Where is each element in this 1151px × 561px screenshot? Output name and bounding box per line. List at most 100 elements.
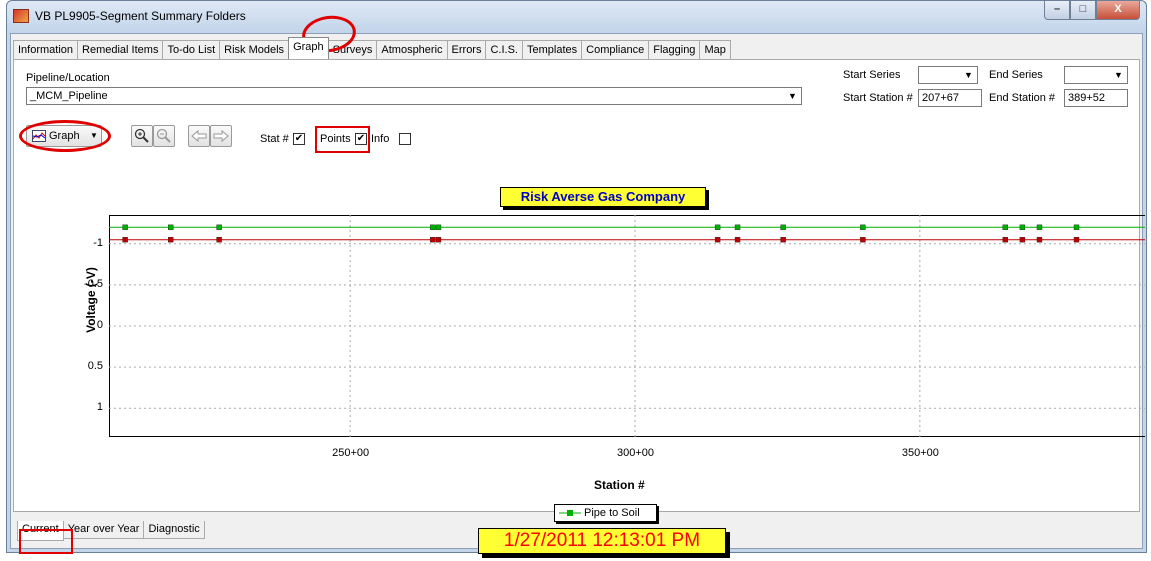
- title-bar[interactable]: VB PL9905-Segment Summary Folders – □ X: [7, 1, 1146, 33]
- tab-to-do-list[interactable]: To-do List: [162, 40, 221, 59]
- zoom-out-button[interactable]: [153, 125, 175, 147]
- chart-title: Risk Averse Gas Company: [500, 187, 706, 207]
- end-station-label: End Station #: [989, 92, 1056, 104]
- y-tick-label: 0.5: [87, 360, 103, 373]
- x-axis-label: Station #: [594, 478, 645, 492]
- start-series-select[interactable]: ▼: [918, 66, 978, 84]
- arrow-right-icon: [213, 129, 229, 143]
- tab-remedial-items[interactable]: Remedial Items: [77, 40, 164, 59]
- pipeline-value: _MCM_Pipeline: [30, 90, 108, 102]
- minimize-button[interactable]: –: [1044, 1, 1070, 20]
- annotation-box-points: [315, 126, 370, 153]
- data-point: [1073, 236, 1080, 243]
- data-point: [216, 236, 222, 243]
- data-point: [430, 224, 436, 231]
- pipeline-select[interactable]: _MCM_Pipeline ▼: [26, 87, 802, 105]
- zoom-in-icon: [134, 128, 149, 143]
- chevron-down-icon: ▼: [1114, 70, 1123, 80]
- tab-information[interactable]: Information: [13, 40, 79, 59]
- app-icon: [13, 9, 29, 23]
- data-point: [1019, 224, 1026, 231]
- data-point: [780, 224, 786, 231]
- data-point: [435, 224, 442, 231]
- tab-map[interactable]: Map: [699, 40, 731, 59]
- data-point: [714, 236, 721, 243]
- stat-label: Stat #: [260, 133, 289, 145]
- graph-tab-panel: Pipeline/Location _MCM_Pipeline ▼ Start …: [13, 59, 1145, 554]
- data-point: [435, 236, 442, 243]
- data-point: [122, 224, 128, 231]
- x-tick-label: 300+00: [617, 447, 655, 459]
- legend-line-swatch: [559, 510, 581, 516]
- arrow-left-icon: [191, 129, 207, 143]
- data-point: [860, 224, 866, 231]
- y-tick-label: 1: [96, 401, 103, 414]
- zoom-out-icon: [156, 128, 171, 143]
- x-tick-label: 350+00: [901, 447, 939, 459]
- data-point: [216, 224, 222, 231]
- end-series-select[interactable]: ▼: [1064, 66, 1128, 84]
- start-station-input[interactable]: 207+67: [918, 89, 982, 107]
- info-checkbox[interactable]: [399, 133, 411, 145]
- data-point: [780, 236, 786, 243]
- chart-timestamp: 1/27/2011 12:13:01 PM: [478, 528, 726, 554]
- window-controls: – □ X: [1044, 1, 1140, 21]
- window-title: VB PL9905-Segment Summary Folders: [35, 9, 246, 23]
- end-series-label: End Series: [989, 69, 1043, 81]
- data-point: [714, 224, 721, 231]
- data-point: [167, 236, 174, 243]
- data-point: [1002, 224, 1009, 231]
- y-tick-label: -1: [93, 236, 103, 249]
- end-station-input[interactable]: 389+52: [1064, 89, 1128, 107]
- data-point: [1019, 236, 1026, 243]
- annotation-box-current-tab: [19, 529, 73, 554]
- maximize-icon: □: [1079, 3, 1087, 15]
- y-axis-label: Voltage (-V): [84, 267, 98, 333]
- tab-templates[interactable]: Templates: [522, 40, 583, 59]
- tab-atmospheric[interactable]: Atmospheric: [376, 40, 448, 59]
- x-tick-label: 250+00: [332, 447, 370, 459]
- client-area: Information Remedial Items To-do List Risk …: [10, 33, 1145, 554]
- pan-right-button[interactable]: [210, 125, 232, 147]
- chart-legend: Pipe to Soil: [554, 504, 657, 522]
- maximize-button[interactable]: □: [1070, 1, 1096, 20]
- zoom-in-button[interactable]: [131, 125, 153, 147]
- stat-checkbox[interactable]: ✔: [293, 133, 305, 145]
- pan-left-button[interactable]: [188, 125, 210, 147]
- chevron-down-icon: ▼: [788, 91, 797, 101]
- data-point: [122, 236, 128, 243]
- check-mark-icon: ✔: [294, 133, 304, 144]
- minimize-icon: –: [1053, 3, 1061, 15]
- data-point: [1036, 236, 1043, 243]
- tab-risk-models[interactable]: Risk Models: [219, 40, 290, 59]
- tab-c-i-s[interactable]: C.I.S.: [485, 40, 523, 59]
- pipeline-label: Pipeline/Location: [26, 72, 110, 84]
- bottom-tab-diagnostic[interactable]: Diagnostic: [143, 521, 205, 539]
- start-series-label: Start Series: [843, 69, 901, 81]
- tab-errors[interactable]: Errors: [446, 40, 487, 59]
- app-window: VB PL9905-Segment Summary Folders – □ X …: [6, 0, 1147, 554]
- y-tick-label: 0: [96, 319, 103, 331]
- data-point: [1002, 236, 1009, 243]
- data-point: [1073, 224, 1080, 231]
- chart-plot-area: [109, 215, 1145, 437]
- tab-compliance[interactable]: Compliance: [581, 40, 650, 59]
- tab-flagging[interactable]: Flagging: [648, 40, 701, 59]
- data-point: [734, 236, 741, 243]
- close-button[interactable]: X: [1096, 1, 1140, 20]
- annotation-circle-graph-button: [19, 120, 111, 152]
- bottom-tab-year-over-year[interactable]: Year over Year: [62, 521, 145, 539]
- info-label: Info: [371, 133, 390, 145]
- close-icon: X: [1114, 3, 1122, 15]
- start-station-label: Start Station #: [843, 92, 913, 104]
- data-point: [734, 224, 741, 231]
- main-tabstrip: Information Remedial Items To-do List Risk …: [13, 37, 731, 60]
- tab-graph[interactable]: Graph: [288, 37, 329, 59]
- data-point: [860, 236, 866, 243]
- legend-label: Pipe to Soil: [584, 507, 640, 519]
- chevron-down-icon: ▼: [964, 70, 973, 80]
- data-point: [430, 236, 436, 243]
- data-point: [1036, 224, 1043, 231]
- y-tick-label: -0.5: [84, 277, 103, 290]
- data-point: [167, 224, 174, 231]
